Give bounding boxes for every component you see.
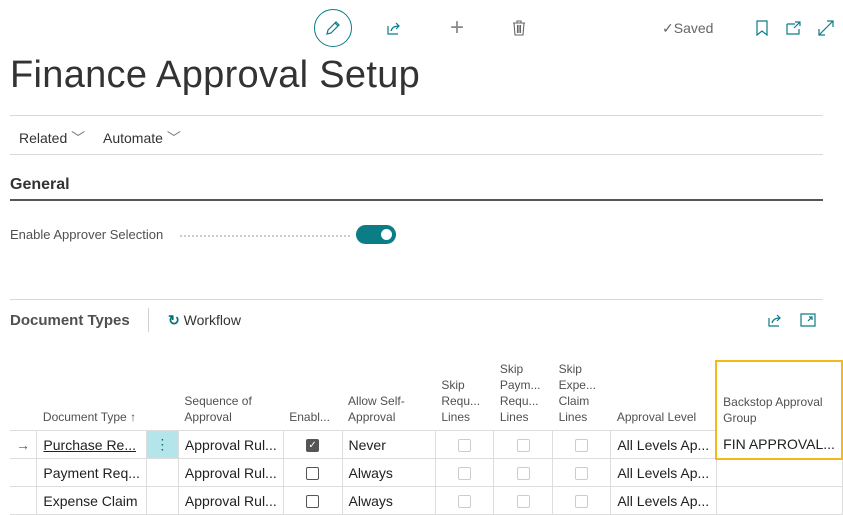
share-button[interactable]: [384, 18, 404, 38]
focus-mode-icon: [800, 313, 816, 327]
document-types-heading: Document Types: [10, 312, 130, 329]
bookmark-button[interactable]: [753, 18, 771, 38]
sequence-cell[interactable]: Approval Rul...: [177, 458, 284, 487]
trash-icon: [513, 20, 525, 36]
document-type-cell[interactable]: Purchase Re...: [36, 430, 147, 459]
column-header-skip-request-lines[interactable]: Skip Requ... Lines: [435, 361, 493, 431]
pencil-icon: [326, 21, 340, 35]
skip-request-lines-checkbox: [458, 495, 472, 509]
open-new-window-button[interactable]: [784, 18, 804, 38]
page-title: Finance Approval Setup: [10, 54, 421, 96]
column-header-allow-self-approval[interactable]: Allow Self-Approval: [342, 361, 435, 431]
column-header-enabled[interactable]: Enabl...: [283, 361, 342, 431]
allow-self-approval-cell[interactable]: Always: [341, 458, 436, 487]
table-row[interactable]: → Purchase Re... ⋮ Approval Rul... ✓ Nev…: [10, 430, 843, 460]
skip-request-lines-checkbox: [458, 467, 472, 481]
current-row-arrow-icon: →: [10, 430, 38, 459]
column-header-sequence[interactable]: Sequence of Approval: [178, 361, 283, 431]
share-list-button[interactable]: [765, 310, 785, 330]
enabled-checkbox[interactable]: ✓: [306, 439, 320, 453]
automate-menu[interactable]: Automate ﹀: [103, 128, 181, 148]
delete-button[interactable]: [509, 18, 529, 38]
bookmark-icon: [756, 20, 768, 36]
expand-icon: [818, 20, 834, 36]
backstop-group-cell[interactable]: FIN APPROVAL...: [715, 430, 843, 460]
document-type-cell[interactable]: Payment Req...: [36, 458, 147, 487]
table-header: Document Type ↑ Sequence of Approval Ena…: [10, 360, 843, 431]
workflow-button[interactable]: ↻ Workflow: [168, 312, 241, 329]
enabled-checkbox[interactable]: [306, 495, 320, 509]
column-header-document-type[interactable]: Document Type ↑: [37, 361, 179, 431]
enable-approver-selection-label: Enable Approver Selection: [10, 227, 164, 242]
divider: [148, 308, 149, 332]
edit-button[interactable]: [314, 9, 352, 47]
enabled-checkbox[interactable]: [306, 467, 320, 481]
skip-expense-claim-lines-checkbox: [575, 439, 589, 453]
sequence-cell[interactable]: Approval Rul...: [177, 430, 284, 459]
chevron-down-icon: ﹀: [71, 130, 86, 146]
approval-level-cell[interactable]: All Levels Ap...: [610, 458, 717, 487]
skip-expense-claim-lines-checkbox: [575, 467, 589, 481]
row-actions-button[interactable]: ⋮: [145, 430, 179, 459]
allow-self-approval-cell[interactable]: Never: [341, 430, 436, 459]
skip-payment-request-lines-checkbox: [516, 495, 530, 509]
skip-expense-claim-lines-checkbox: [575, 495, 589, 509]
new-button[interactable]: +: [447, 14, 467, 41]
table-row[interactable]: Payment Req... Approval Rul... Always Al…: [10, 458, 843, 487]
column-header-approval-level[interactable]: Approval Level: [611, 361, 716, 431]
approval-level-cell[interactable]: All Levels Ap...: [610, 430, 717, 459]
backstop-group-cell[interactable]: [715, 458, 843, 487]
enable-approver-selection-toggle[interactable]: [356, 225, 396, 244]
skip-request-lines-checkbox: [458, 439, 472, 453]
skip-payment-request-lines-checkbox: [516, 439, 530, 453]
general-section-header[interactable]: General: [10, 176, 70, 194]
share-icon: [387, 22, 400, 35]
expand-list-button[interactable]: [798, 310, 818, 330]
document-types-table: Document Type ↑ Sequence of Approval Ena…: [10, 360, 843, 515]
skip-payment-request-lines-checkbox: [516, 467, 530, 481]
related-menu[interactable]: Related ﹀: [19, 128, 85, 148]
chevron-down-icon: ﹀: [166, 130, 181, 146]
open-new-window-icon: [786, 21, 801, 35]
column-header-skip-expense-claim-lines[interactable]: Skip Expe... Claim Lines: [553, 361, 611, 431]
column-header-backstop-group[interactable]: Backstop Approval Group: [715, 360, 843, 431]
workflow-icon: ↻: [168, 312, 180, 328]
expand-button[interactable]: [816, 18, 836, 38]
check-icon: ✓: [662, 20, 674, 36]
share-icon: [768, 314, 781, 327]
column-header-skip-payment-request-lines[interactable]: Skip Paym... Requ... Lines: [494, 361, 553, 431]
saved-status: ✓Saved: [662, 20, 714, 36]
field-leader-dots: [180, 235, 350, 237]
